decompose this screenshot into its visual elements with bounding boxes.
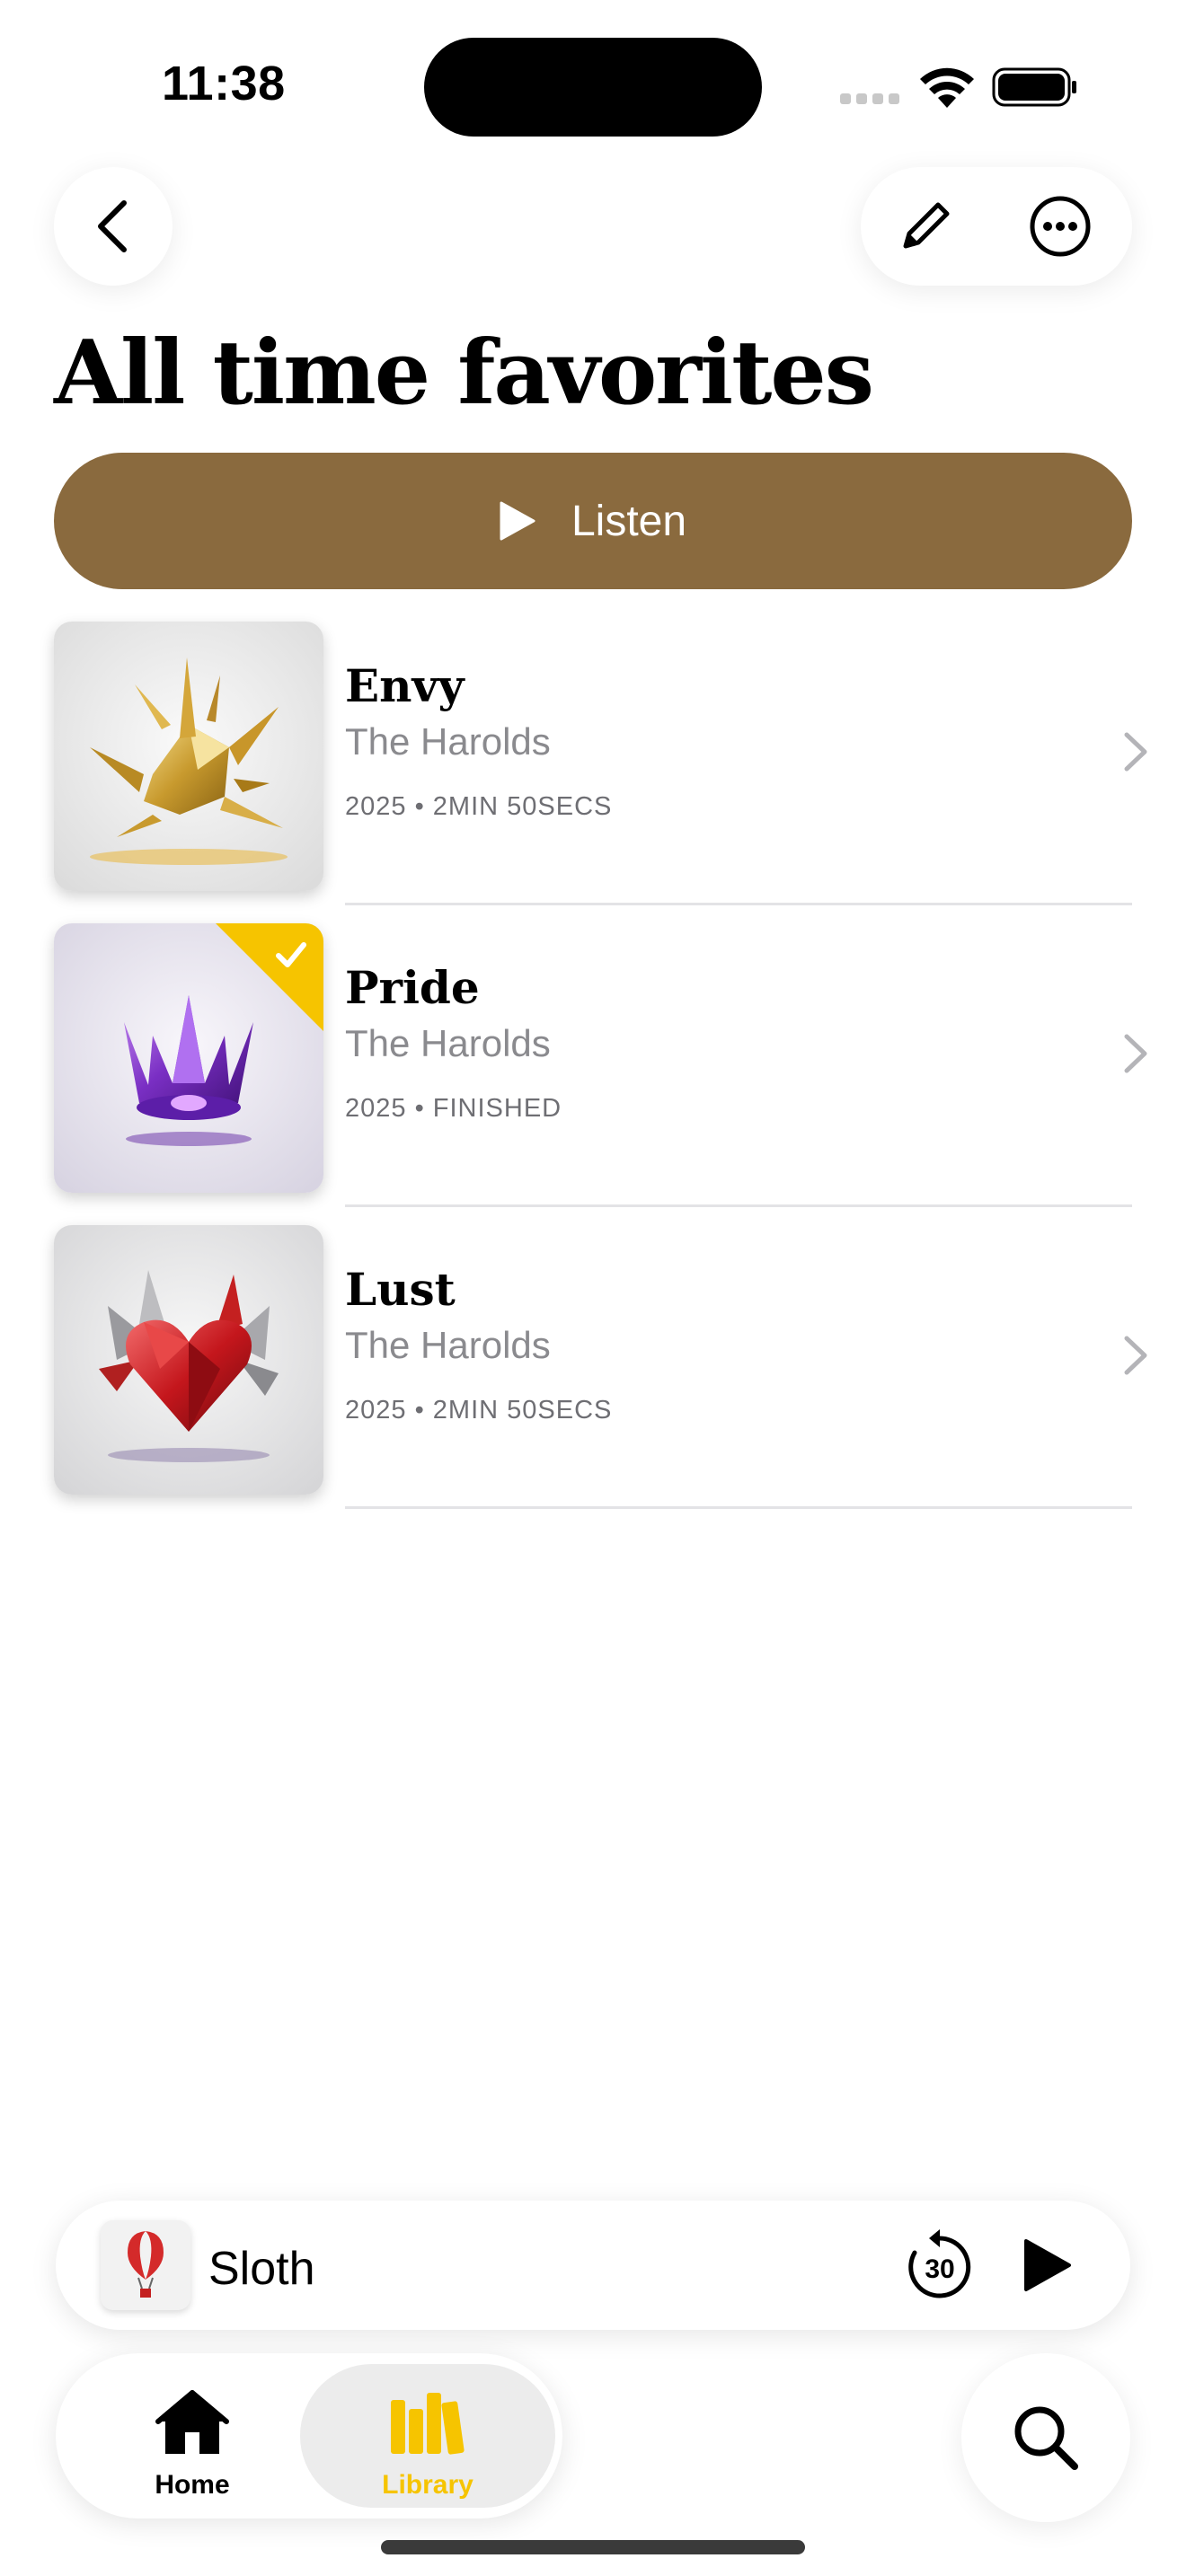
track-title: Envy <box>345 659 465 712</box>
house-icon <box>155 2390 229 2454</box>
listen-label: Listen <box>571 497 687 545</box>
mini-player[interactable]: Sloth 30 <box>56 2201 1130 2330</box>
track-meta: 2025 • 2MIN 50SECS <box>345 1396 613 1425</box>
artwork-red-heart <box>54 1225 323 1495</box>
track-artist: The Harolds <box>345 1324 551 1366</box>
page-title: All time favorites <box>54 322 874 425</box>
tab-home[interactable]: Home <box>65 2364 320 2508</box>
tab-library-label: Library <box>382 2470 474 2500</box>
track-title: Lust <box>345 1263 456 1316</box>
battery-icon <box>992 67 1076 107</box>
dynamic-island <box>424 38 762 137</box>
artwork-purple-crown <box>54 923 323 1193</box>
more-button[interactable] <box>1022 189 1098 264</box>
status-time: 11:38 <box>162 57 286 110</box>
play-icon <box>1024 2239 1071 2291</box>
artwork-gold-shards <box>54 622 323 891</box>
tab-home-label: Home <box>155 2470 230 2500</box>
play-icon <box>500 501 535 541</box>
chevron-left-icon <box>98 200 127 252</box>
finished-badge <box>216 923 323 1031</box>
list-item[interactable]: Pride The Harolds 2025 • FINISHED <box>0 905 1186 1207</box>
chevron-right-icon <box>1124 732 1147 772</box>
now-playing-title: Sloth <box>208 2243 315 2295</box>
list-item[interactable]: Envy The Harolds 2025 • 2MIN 50SECS <box>0 604 1186 905</box>
edit-button[interactable] <box>888 189 963 264</box>
mini-player-artwork <box>101 2220 190 2310</box>
track-meta: 2025 • FINISHED <box>345 1094 562 1123</box>
search-button[interactable] <box>961 2353 1130 2522</box>
track-meta: 2025 • 2MIN 50SECS <box>345 792 613 821</box>
magnifying-glass-icon <box>1014 2406 1078 2470</box>
skip-back-30-button[interactable]: 30 <box>900 2226 979 2305</box>
home-indicator <box>381 2540 805 2554</box>
back-button[interactable] <box>54 167 173 286</box>
wifi-icon <box>920 67 974 108</box>
cellular-signal-icon <box>840 93 903 106</box>
chevron-right-icon <box>1124 1034 1147 1073</box>
pencil-icon <box>903 202 950 249</box>
chevron-right-icon <box>1124 1336 1147 1375</box>
track-artist: The Harolds <box>345 720 551 763</box>
tab-bar: Home Library <box>56 2353 562 2519</box>
list-item[interactable]: Lust The Harolds 2025 • 2MIN 50SECS <box>0 1207 1186 1509</box>
play-button[interactable] <box>1010 2228 1085 2303</box>
ellipsis-circle-icon <box>1030 196 1091 257</box>
header-actions <box>861 167 1132 286</box>
books-icon <box>391 2393 465 2455</box>
tab-library[interactable]: Library <box>300 2364 555 2508</box>
track-artist: The Harolds <box>345 1022 551 1064</box>
skip-interval-label: 30 <box>925 2254 954 2284</box>
listen-button[interactable]: Listen <box>54 453 1132 589</box>
track-title: Pride <box>345 961 480 1014</box>
row-divider <box>345 1506 1132 1509</box>
